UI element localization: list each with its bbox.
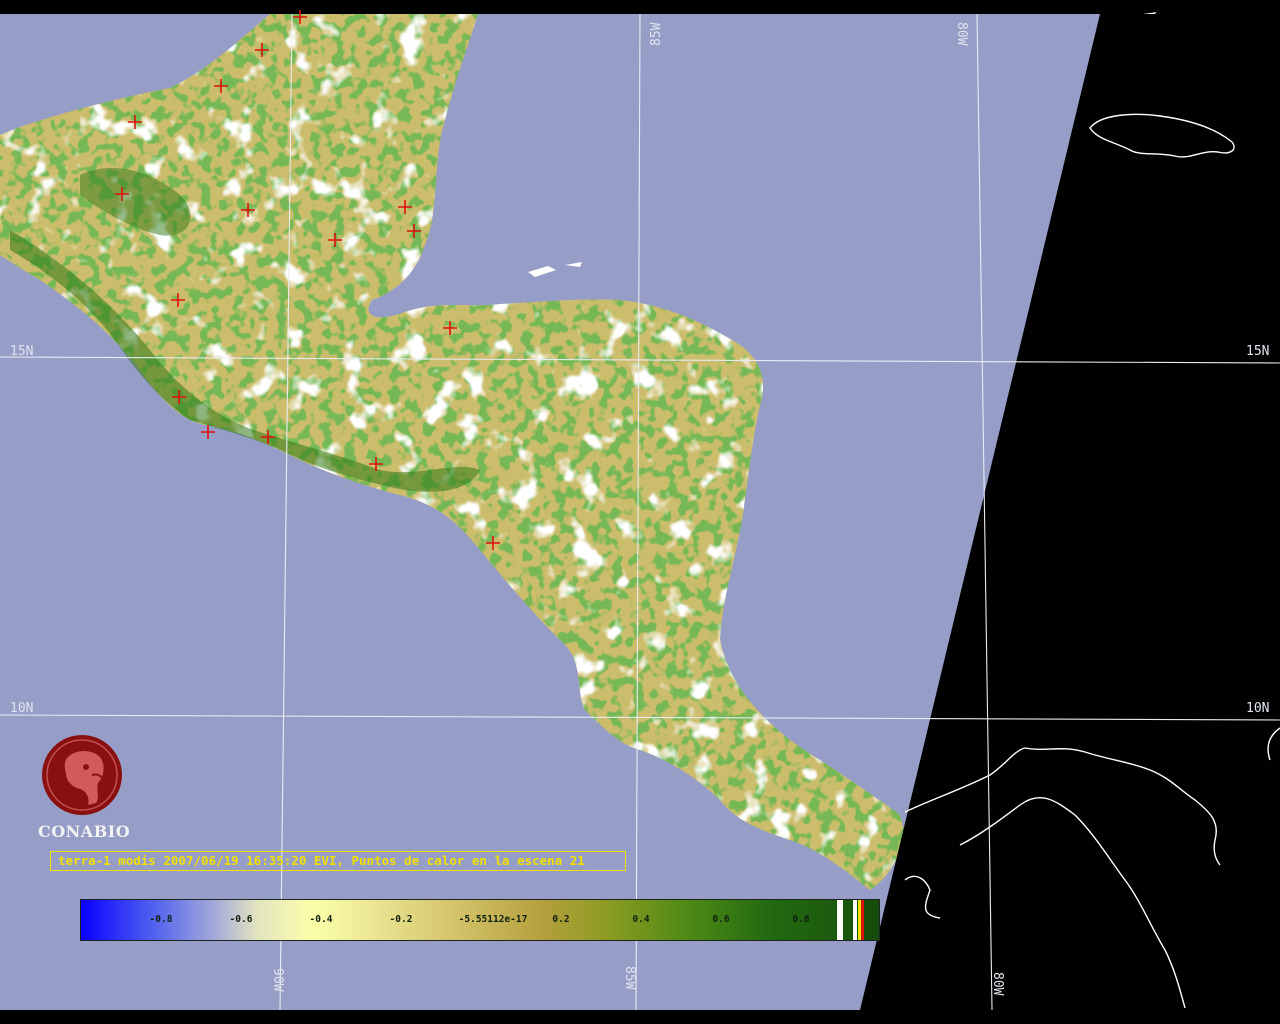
evi-colorbar-legend: -0.8 -0.6 -0.4 -0.2 -5.55112e-17 0.2 0.4 0.6 0.8 xyxy=(80,899,880,941)
colorbar-tick-label: 0.2 xyxy=(552,914,570,925)
colorbar-tick-label: 0.8 xyxy=(792,914,810,925)
colorbar-tick-label: -0.2 xyxy=(389,914,413,925)
lat-label-right-10n: 10N xyxy=(1246,701,1269,716)
lon-label-bottom-80w: 80W xyxy=(990,972,1005,996)
satellite-map-viewer: 85W 80W 90W 85W 80W 15N 10N 15N 10N CONA… xyxy=(0,0,1280,1024)
lat-label-right-15n: 15N xyxy=(1246,344,1269,359)
colorbar-red-stripe xyxy=(861,900,864,940)
logo-org-name: CONABIO xyxy=(38,822,131,841)
lon-label-bottom-90w: 90W xyxy=(270,968,285,992)
colorbar-white-stripe-2 xyxy=(853,900,857,940)
colorbar-tick-label: -0.6 xyxy=(229,914,253,925)
colorbar-white-stripe xyxy=(837,900,843,940)
colorbar-tick-label: -0.4 xyxy=(309,914,333,925)
colorbar-tick-label: 0.4 xyxy=(632,914,650,925)
lon-label-top-85w: 85W xyxy=(649,22,664,46)
lat-label-left-10n: 10N xyxy=(10,701,33,716)
colorbar-tick-label: -5.55112e-17 xyxy=(458,914,528,925)
colorbar-tick-label: -0.8 xyxy=(149,914,173,925)
lon-label-top-80w: 80W xyxy=(954,22,969,46)
lat-label-left-15n: 15N xyxy=(10,344,33,359)
scene-caption: terra-1 modis 2007/06/19 16:35:20 EVI, P… xyxy=(50,851,626,871)
lon-label-bottom-85w: 85W xyxy=(622,966,637,990)
colorbar-tick-label: 0.6 xyxy=(712,914,730,925)
